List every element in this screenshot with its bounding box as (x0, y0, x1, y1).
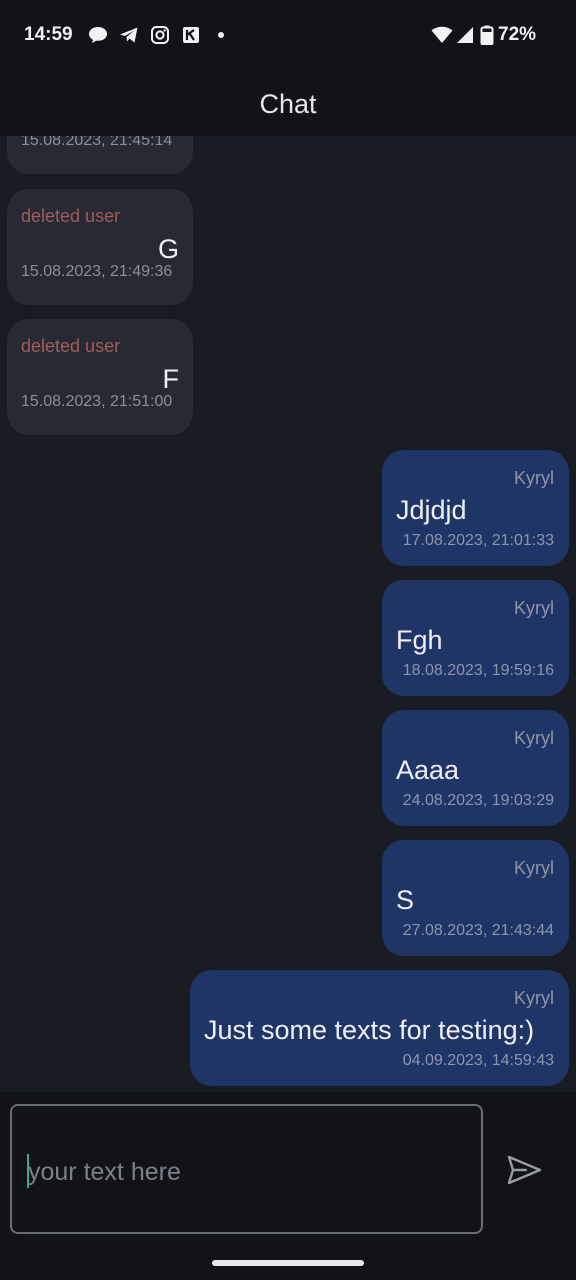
message-bubble-outgoing[interactable]: Kyryl Aaaa 24.08.2023, 19:03:29 (382, 710, 569, 826)
message-text: Fgh (396, 625, 443, 655)
message-text: Jdjdjd (396, 495, 467, 525)
home-indicator[interactable] (212, 1260, 364, 1266)
telegram-icon (120, 27, 138, 43)
message-list[interactable]: 15.08.2023, 21:45:14 deleted user G 15.0… (0, 136, 576, 1092)
page-title: Chat (259, 89, 317, 119)
notification-dot-icon (218, 32, 224, 38)
message-bubble-outgoing[interactable]: Kyryl S 27.08.2023, 21:43:44 (382, 840, 569, 956)
send-icon[interactable] (504, 1150, 544, 1190)
composer-panel: your text here (0, 1092, 576, 1280)
message-timestamp: 15.08.2023, 21:51:00 (21, 393, 173, 410)
message-timestamp: 17.08.2023, 21:01:33 (402, 532, 554, 549)
message-sender: Kyryl (514, 988, 554, 1008)
app-icon (183, 27, 199, 43)
message-bubble-outgoing[interactable]: Kyryl Jdjdjd 17.08.2023, 21:01:33 (382, 450, 569, 566)
message-sender: Kyryl (514, 728, 554, 748)
message-timestamp: 27.08.2023, 21:43:44 (402, 922, 554, 939)
message-timestamp: 15.08.2023, 21:45:14 (21, 136, 173, 149)
signal-icon (457, 27, 473, 43)
status-bar: 14:59 72% (0, 0, 576, 72)
message-text: S (396, 885, 415, 915)
message-timestamp: 15.08.2023, 21:49:36 (21, 263, 173, 280)
message-sender: Kyryl (514, 468, 554, 488)
battery-percent: 72% (498, 24, 537, 45)
message-timestamp: 18.08.2023, 19:59:16 (402, 662, 554, 679)
message-sender: deleted user (21, 336, 121, 356)
battery-icon (480, 25, 494, 45)
message-input[interactable]: your text here (10, 1104, 483, 1234)
message-text: G (157, 234, 179, 264)
message-bubble-incoming[interactable]: deleted user G 15.08.2023, 21:49:36 (7, 189, 193, 305)
chat-bubble-icon (89, 27, 107, 43)
message-bubble-outgoing[interactable]: Kyryl Fgh 18.08.2023, 19:59:16 (382, 580, 569, 696)
message-bubble-outgoing[interactable]: Kyryl Just some texts for testing:) 04.0… (190, 970, 569, 1086)
message-bubble-incoming[interactable]: 15.08.2023, 21:45:14 (7, 136, 193, 174)
message-text: Aaaa (396, 755, 460, 785)
message-sender: deleted user (21, 206, 121, 226)
message-timestamp: 24.08.2023, 19:03:29 (402, 792, 554, 809)
message-timestamp: 04.09.2023, 14:59:43 (402, 1052, 554, 1069)
message-text: Just some texts for testing:) (204, 1015, 535, 1045)
instagram-icon (151, 26, 169, 44)
message-bubble-incoming[interactable]: deleted user F 15.08.2023, 21:51:00 (7, 319, 193, 435)
status-time: 14:59 (24, 24, 73, 45)
message-sender: Kyryl (514, 858, 554, 878)
wifi-icon (431, 26, 453, 43)
app-bar: Chat (0, 72, 576, 136)
message-sender: Kyryl (514, 598, 554, 618)
message-text: F (162, 364, 180, 394)
message-input-placeholder: your text here (28, 1158, 181, 1186)
